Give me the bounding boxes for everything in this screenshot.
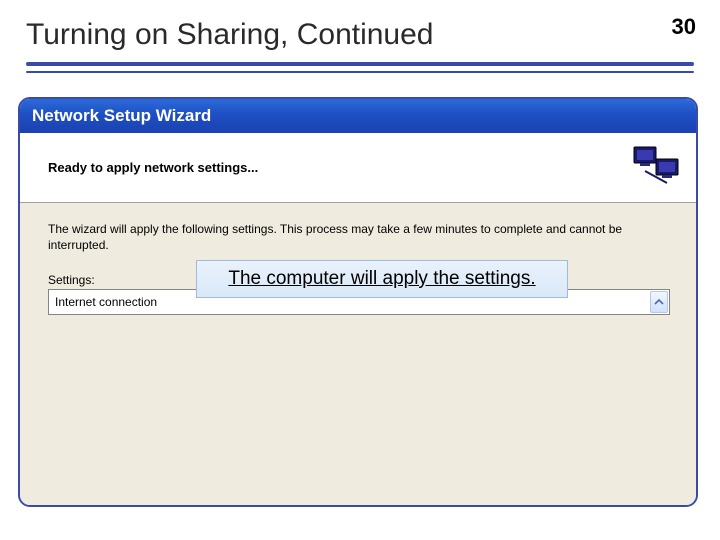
window-titlebar: Network Setup Wizard	[20, 99, 696, 133]
scroll-up-button[interactable]	[650, 291, 668, 313]
wizard-header: Ready to apply network settings...	[20, 133, 696, 203]
title-divider	[26, 62, 694, 73]
slide-header: Turning on Sharing, Continued	[0, 0, 720, 83]
wizard-heading: Ready to apply network settings...	[48, 160, 258, 175]
callout-text: The computer will apply the settings.	[228, 268, 535, 290]
wizard-window: Network Setup Wizard Ready to apply netw…	[18, 97, 698, 507]
window-title: Network Setup Wizard	[32, 106, 211, 126]
slide-title: Turning on Sharing, Continued	[26, 18, 694, 52]
callout-annotation: The computer will apply the settings.	[196, 260, 568, 298]
wizard-body: The wizard will apply the following sett…	[20, 203, 696, 505]
chevron-up-icon	[654, 297, 664, 307]
network-devices-icon	[630, 141, 682, 193]
page-number: 30	[672, 14, 696, 40]
settings-item: Internet connection	[49, 295, 157, 309]
wizard-body-text: The wizard will apply the following sett…	[48, 221, 648, 253]
